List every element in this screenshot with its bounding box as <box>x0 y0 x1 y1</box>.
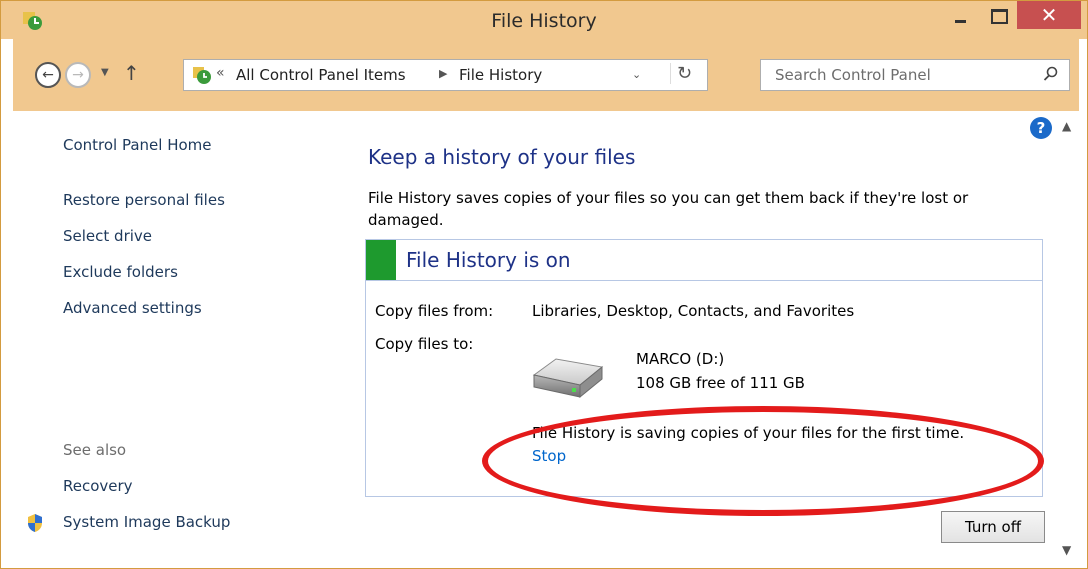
sidebar-item-system-image-backup[interactable]: System Image Backup <box>63 513 230 531</box>
scroll-down-icon[interactable]: ▼ <box>1062 543 1071 557</box>
close-icon: ✕ <box>1040 3 1058 27</box>
see-also-heading: See also <box>63 441 127 459</box>
back-button[interactable]: ← <box>35 62 61 88</box>
status-panel: File History is on Copy files from: Libr… <box>365 239 1043 497</box>
file-history-window: File History ✕ ← → ▼ ↑ « All Control Pan… <box>0 0 1088 569</box>
page-title: Keep a history of your files <box>368 145 636 169</box>
refresh-icon[interactable]: ↻ <box>670 63 692 84</box>
sidebar-item-control-panel-home[interactable]: Control Panel Home <box>63 136 212 154</box>
status-title: File History is on <box>406 248 571 272</box>
breadcrumb-overflow[interactable]: « <box>216 65 225 81</box>
address-bar[interactable]: « All Control Panel Items ▶ File History… <box>183 59 708 91</box>
title-bar: File History ✕ <box>1 1 1087 39</box>
status-panel-header: File History is on <box>366 240 1042 281</box>
help-icon[interactable]: ? <box>1030 117 1052 139</box>
close-button[interactable]: ✕ <box>1017 1 1081 29</box>
copy-from-value: Libraries, Desktop, Contacts, and Favori… <box>532 302 855 320</box>
sidebar-item-recovery[interactable]: Recovery <box>63 477 133 495</box>
status-indicator <box>366 240 396 280</box>
drive-free-space: 108 GB free of 111 GB <box>636 374 805 392</box>
search-box[interactable]: Search Control Panel <box>760 59 1070 91</box>
breadcrumb-control-panel[interactable]: All Control Panel Items <box>236 66 406 84</box>
minimize-button[interactable] <box>941 1 979 29</box>
content-area: Control Panel Home Restore personal file… <box>13 111 1079 563</box>
sidebar-item-exclude-folders[interactable]: Exclude folders <box>63 263 178 281</box>
sidebar-item-select-drive[interactable]: Select drive <box>63 227 152 245</box>
sidebar-item-advanced-settings[interactable]: Advanced settings <box>63 299 202 317</box>
minimize-icon <box>955 20 966 23</box>
drive-name: MARCO (D:) <box>636 350 725 368</box>
forward-icon: → <box>72 67 84 83</box>
shield-icon <box>28 514 42 532</box>
window-title: File History <box>491 10 597 32</box>
back-icon: ← <box>42 67 54 83</box>
maximize-icon <box>991 9 1008 24</box>
page-description: File History saves copies of your files … <box>368 189 969 229</box>
search-icon[interactable] <box>1043 66 1059 82</box>
stop-link[interactable]: Stop <box>532 447 566 465</box>
copy-from-label: Copy files from: <box>375 302 494 320</box>
up-icon[interactable]: ↑ <box>123 61 140 85</box>
forward-button[interactable]: → <box>65 62 91 88</box>
navigation-bar: ← → ▼ ↑ « All Control Panel Items ▶ File… <box>13 39 1079 111</box>
drive-icon <box>532 358 604 399</box>
control-panel-icon <box>193 67 211 84</box>
turn-off-button[interactable]: Turn off <box>941 511 1045 543</box>
sidebar-item-restore-personal-files[interactable]: Restore personal files <box>63 191 225 209</box>
search-input[interactable]: Search Control Panel <box>775 66 931 84</box>
copy-to-label: Copy files to: <box>375 335 474 353</box>
saving-message: File History is saving copies of your fi… <box>532 424 965 442</box>
breadcrumb-file-history[interactable]: File History <box>459 66 542 84</box>
scroll-up-icon[interactable]: ▲ <box>1062 119 1071 133</box>
recent-pages-icon[interactable]: ▼ <box>101 67 109 78</box>
maximize-button[interactable] <box>979 1 1017 29</box>
address-dropdown-icon[interactable]: ⌄ <box>632 68 641 81</box>
breadcrumb-chevron-icon[interactable]: ▶ <box>439 67 447 80</box>
